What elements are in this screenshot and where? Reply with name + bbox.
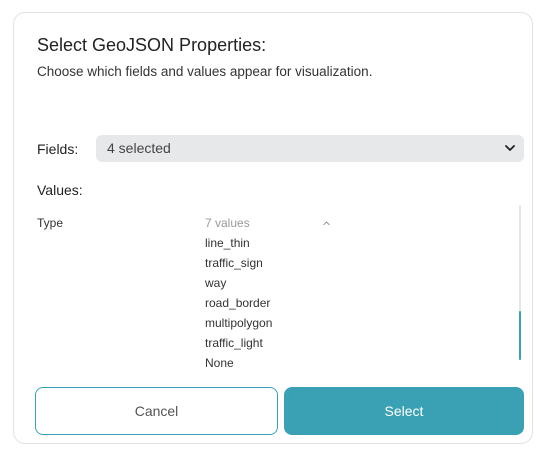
dialog-subtitle: Choose which fields and values appear fo… bbox=[37, 64, 373, 79]
property-key-type: Type bbox=[37, 216, 64, 230]
value-item[interactable]: road_border bbox=[205, 296, 272, 316]
value-item[interactable]: line_thin bbox=[205, 236, 272, 256]
scrollbar-thumb[interactable] bbox=[519, 311, 521, 360]
values-label: Values: bbox=[37, 182, 83, 198]
collapse-caret-icon[interactable] bbox=[322, 219, 331, 227]
geojson-properties-dialog: Select GeoJSON Properties: Choose which … bbox=[13, 12, 533, 444]
values-list[interactable]: Type 7 values line_thin traffic_sign way… bbox=[37, 209, 527, 374]
value-item[interactable]: multipolygon bbox=[205, 316, 272, 336]
select-button[interactable]: Select bbox=[284, 387, 524, 435]
chevron-down-icon bbox=[505, 145, 515, 151]
value-item[interactable]: traffic_sign bbox=[205, 256, 272, 276]
value-item[interactable]: traffic_light bbox=[205, 336, 272, 356]
value-item[interactable]: None bbox=[205, 356, 272, 374]
property-values-type: 7 values line_thin traffic_sign way road… bbox=[205, 216, 272, 374]
cancel-button[interactable]: Cancel bbox=[35, 387, 278, 435]
value-item[interactable]: way bbox=[205, 276, 272, 296]
fields-selected-value: 4 selected bbox=[107, 140, 171, 156]
fields-label: Fields: bbox=[37, 141, 79, 157]
dialog-title: Select GeoJSON Properties: bbox=[37, 35, 267, 55]
values-count-toggle[interactable]: 7 values bbox=[205, 216, 272, 236]
fields-dropdown[interactable]: 4 selected bbox=[96, 135, 524, 162]
